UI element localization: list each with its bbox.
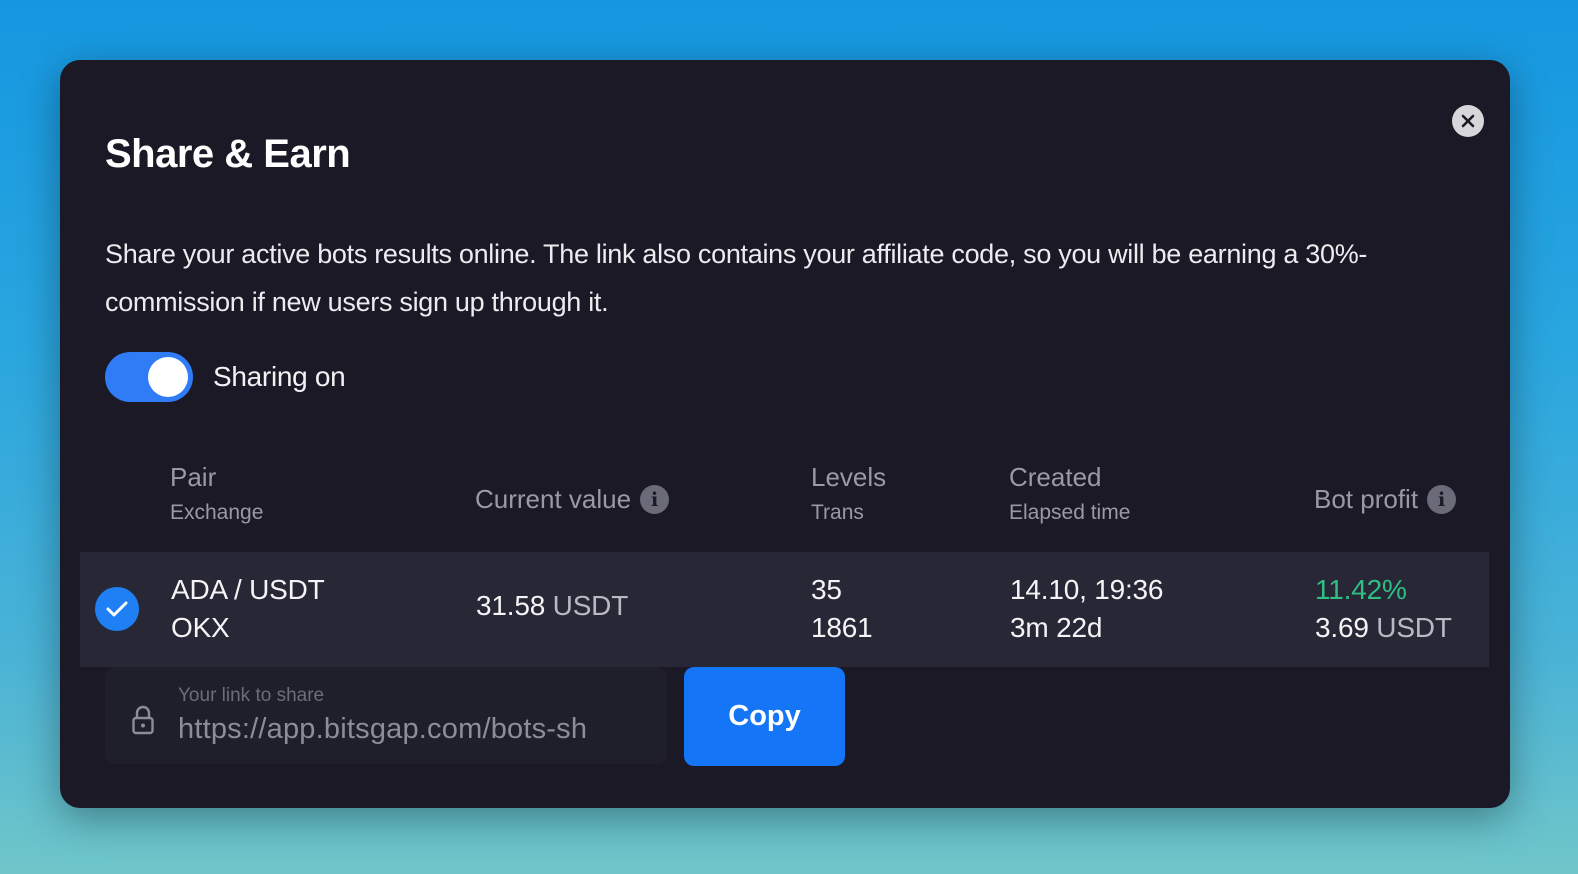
created-value: 14.10, 19:36	[1010, 574, 1164, 605]
exchange-name: OKX	[171, 612, 230, 643]
close-icon	[1461, 114, 1475, 128]
header-created-label: Created	[1009, 462, 1102, 492]
row-checkbox[interactable]	[95, 587, 139, 631]
cell-levels: 35 1861	[811, 571, 873, 647]
share-link-label: Your link to share	[178, 685, 325, 706]
info-icon[interactable]: i	[640, 485, 670, 514]
profit-value: 3.69	[1315, 612, 1369, 643]
close-button[interactable]	[1452, 105, 1484, 137]
header-bot-profit: Bot profit i	[1314, 484, 1457, 515]
sharing-toggle[interactable]	[105, 352, 193, 402]
levels-value: 35	[811, 574, 842, 605]
profit-unit: USDT	[1376, 612, 1452, 643]
header-bot-profit-label: Bot profit	[1314, 484, 1419, 514]
header-pair-label: Pair	[170, 462, 217, 492]
modal-title: Share & Earn	[105, 132, 351, 176]
header-elapsed-label: Elapsed time	[1009, 501, 1131, 524]
lock-icon	[132, 705, 154, 735]
cell-bot-profit: 11.42% 3.69 USDT	[1315, 571, 1452, 647]
elapsed-value: 3m 22d	[1010, 612, 1103, 643]
share-link-input[interactable]: https://app.bitsgap.com/bots-sh	[178, 713, 648, 746]
pair-name: ADA / USDT	[171, 574, 325, 605]
info-icon[interactable]: i	[1427, 485, 1457, 514]
toggle-knob	[148, 357, 188, 397]
modal-description: Share your active bots results online. T…	[105, 239, 1368, 317]
header-trans-label: Trans	[811, 501, 864, 524]
profit-amount: 3.69 USDT	[1315, 609, 1452, 647]
header-exchange-label: Exchange	[170, 501, 264, 524]
current-value: 31.58	[476, 590, 546, 621]
current-value-unit: USDT	[552, 590, 629, 621]
header-levels-label: Levels	[811, 462, 887, 492]
header-current-value: Current value i	[475, 484, 670, 515]
header-created: Created Elapsed time	[1009, 462, 1130, 525]
profit-percent: 11.42%	[1315, 574, 1407, 605]
table-row[interactable]: ADA / USDT OKX 31.58 USDT 35 1861 14.10,…	[80, 552, 1489, 667]
header-current-value-label: Current value	[475, 484, 632, 514]
cell-current-value: 31.58 USDT	[476, 590, 628, 622]
header-levels: Levels Trans	[811, 462, 886, 525]
copy-button[interactable]: Copy	[684, 667, 845, 766]
share-earn-modal: Share & Earn Share your active bots resu…	[60, 60, 1510, 808]
share-link-field[interactable]: Your link to share https://app.bitsgap.c…	[105, 667, 667, 764]
sharing-toggle-row: Sharing on	[105, 352, 346, 402]
header-pair: Pair Exchange	[170, 462, 263, 525]
cell-created: 14.10, 19:36 3m 22d	[1010, 571, 1163, 647]
checkmark-icon	[106, 601, 128, 617]
sharing-toggle-label: Sharing on	[213, 361, 346, 392]
trans-value: 1861	[811, 612, 873, 643]
cell-pair: ADA / USDT OKX	[171, 571, 325, 647]
